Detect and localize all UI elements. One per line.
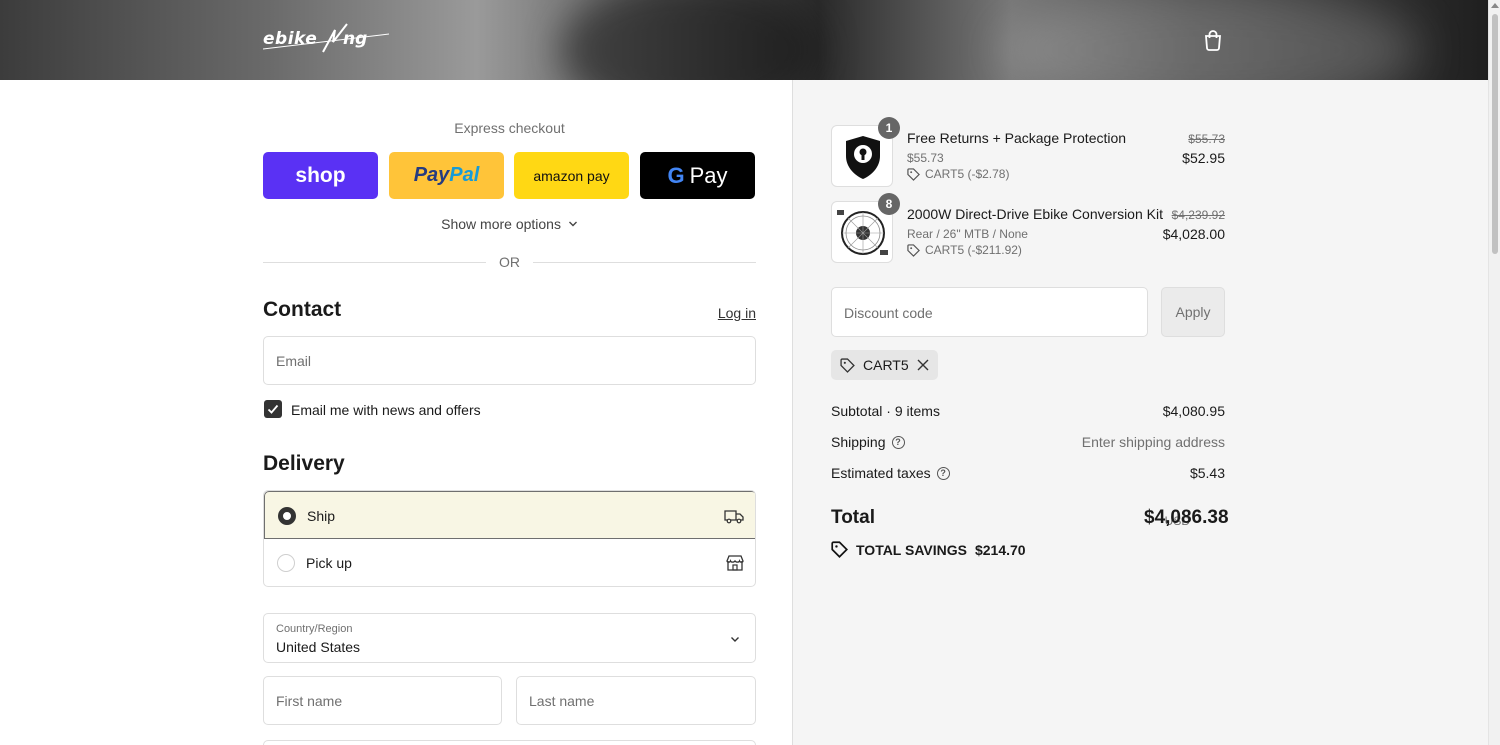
item-subtitle: Rear / 26" MTB / None [907, 227, 1028, 241]
help-icon[interactable]: ? [891, 435, 905, 449]
original-price: $4,239.92 [1171, 208, 1225, 222]
paypal-text-b: Pal [449, 164, 480, 186]
taxes-value: $5.43 [1189, 465, 1225, 481]
show-more-options[interactable]: Show more options [263, 216, 756, 232]
amazon-pay-text: amazon pay [533, 167, 610, 184]
item-discount-text: CART5 (-$2.78) [925, 167, 1010, 181]
checkmark-icon [267, 404, 279, 414]
tag-icon [907, 243, 920, 257]
subtotal-value: $4,080.95 [1162, 403, 1225, 419]
email-field[interactable]: Email [263, 336, 756, 385]
pickup-label: Pick up [306, 555, 352, 571]
ship-label: Ship [307, 508, 336, 524]
show-more-label: Show more options [441, 216, 561, 232]
delivery-heading: Delivery [263, 452, 345, 475]
item-title: 2000W Direct-Drive Ebike Conversion Kit [907, 206, 1163, 222]
truck-icon [724, 510, 744, 524]
tag-icon [907, 167, 920, 181]
country-value: United States [276, 639, 361, 655]
savings-label: TOTAL SAVINGS [856, 541, 967, 558]
paypal-button[interactable]: Pay Pal [389, 152, 504, 199]
quantity-badge: 8 [878, 193, 900, 215]
store-icon [726, 555, 744, 571]
line-item: 1 Free Returns + Package Protection $55.… [831, 117, 1225, 187]
item-discount: CART5 (-$211.92) [907, 243, 1022, 257]
original-price: $55.73 [1188, 132, 1225, 146]
first-name-field[interactable]: First name [263, 676, 502, 725]
shipping-row: Shipping? Enter shipping address [831, 434, 1225, 454]
newsletter-label: Email me with news and offers [291, 402, 481, 418]
amazon-pay-button[interactable]: amazon pay [514, 152, 629, 199]
scroll-thumb[interactable] [1492, 14, 1498, 254]
help-icon[interactable]: ? [936, 466, 950, 480]
google-g-icon: G [667, 162, 685, 188]
discount-placeholder: Discount code [844, 305, 933, 321]
discounted-price: $4,028.00 [1162, 226, 1225, 242]
brand-logo[interactable]: ebike ng [262, 22, 391, 58]
taxes-row: Estimated taxes? $5.43 [831, 465, 1225, 485]
apply-discount-button[interactable]: Apply [1161, 287, 1225, 337]
first-name-placeholder: First name [276, 693, 343, 709]
country-label: Country/Region [276, 623, 353, 635]
paypal-text-a: Pay [413, 164, 450, 186]
header-banner: ebike ng [0, 0, 1488, 80]
country-select[interactable]: Country/Region United States [263, 613, 756, 663]
subtotal-row: Subtotal · 9 items $4,080.95 [831, 403, 1225, 423]
chevron-down-icon [731, 637, 739, 642]
line-item: 8 2000W Direct-Drive Ebike Conversion Ki… [831, 193, 1225, 263]
address-field[interactable] [263, 740, 756, 745]
shipping-label: Shipping [831, 434, 886, 450]
shop-pay-button[interactable]: shop [263, 152, 378, 199]
tag-icon [831, 541, 848, 558]
last-name-placeholder: Last name [529, 693, 595, 709]
subtotal-label: Subtotal · 9 items [831, 403, 940, 419]
remove-discount-icon[interactable] [917, 359, 929, 371]
item-discount: CART5 (-$2.78) [907, 167, 1009, 181]
chevron-down-icon [568, 221, 577, 227]
total-label: Total [831, 507, 875, 528]
applied-discount-chip: CART5 [831, 350, 938, 380]
applied-code: CART5 [863, 357, 909, 373]
delivery-option-ship[interactable]: Ship [264, 491, 755, 539]
savings-value: $214.70 [974, 541, 1026, 558]
radio-unselected[interactable] [277, 554, 295, 572]
radio-selected[interactable] [278, 507, 296, 525]
cart-bag-icon[interactable] [1201, 28, 1225, 52]
item-subtitle: $55.73 [907, 151, 944, 165]
google-pay-button[interactable]: G Pay [640, 152, 755, 199]
log-in-link[interactable]: Log in [718, 305, 756, 321]
scroll-up-arrow[interactable] [1491, 3, 1499, 8]
or-divider-text: OR [499, 254, 520, 270]
shipping-value: Enter shipping address [1081, 434, 1225, 450]
item-discount-text: CART5 (-$211.92) [925, 243, 1022, 257]
total-value: $4,086.38 [1144, 507, 1229, 528]
gpay-text: Pay [689, 162, 728, 188]
discounted-price: $52.95 [1182, 150, 1225, 166]
quantity-badge: 1 [878, 117, 900, 139]
delivery-option-pickup[interactable]: Pick up [264, 539, 755, 586]
last-name-field[interactable]: Last name [516, 676, 756, 725]
item-title: Free Returns + Package Protection [907, 130, 1127, 146]
scrollbar[interactable] [1488, 0, 1500, 745]
taxes-label: Estimated taxes [831, 465, 931, 481]
total-savings: TOTAL SAVINGS $214.70 [831, 541, 1026, 558]
logo-mark: ebike ng [262, 23, 390, 53]
delivery-method-group: Ship Pick up [263, 490, 756, 587]
express-checkout-label: Express checkout [454, 120, 565, 136]
order-summary: 1 Free Returns + Package Protection $55.… [792, 80, 1488, 745]
discount-code-input[interactable]: Discount code [831, 287, 1148, 337]
newsletter-checkbox[interactable] [264, 400, 282, 418]
email-placeholder: Email [276, 353, 312, 369]
contact-heading: Contact [263, 298, 342, 321]
tag-icon [840, 357, 855, 373]
